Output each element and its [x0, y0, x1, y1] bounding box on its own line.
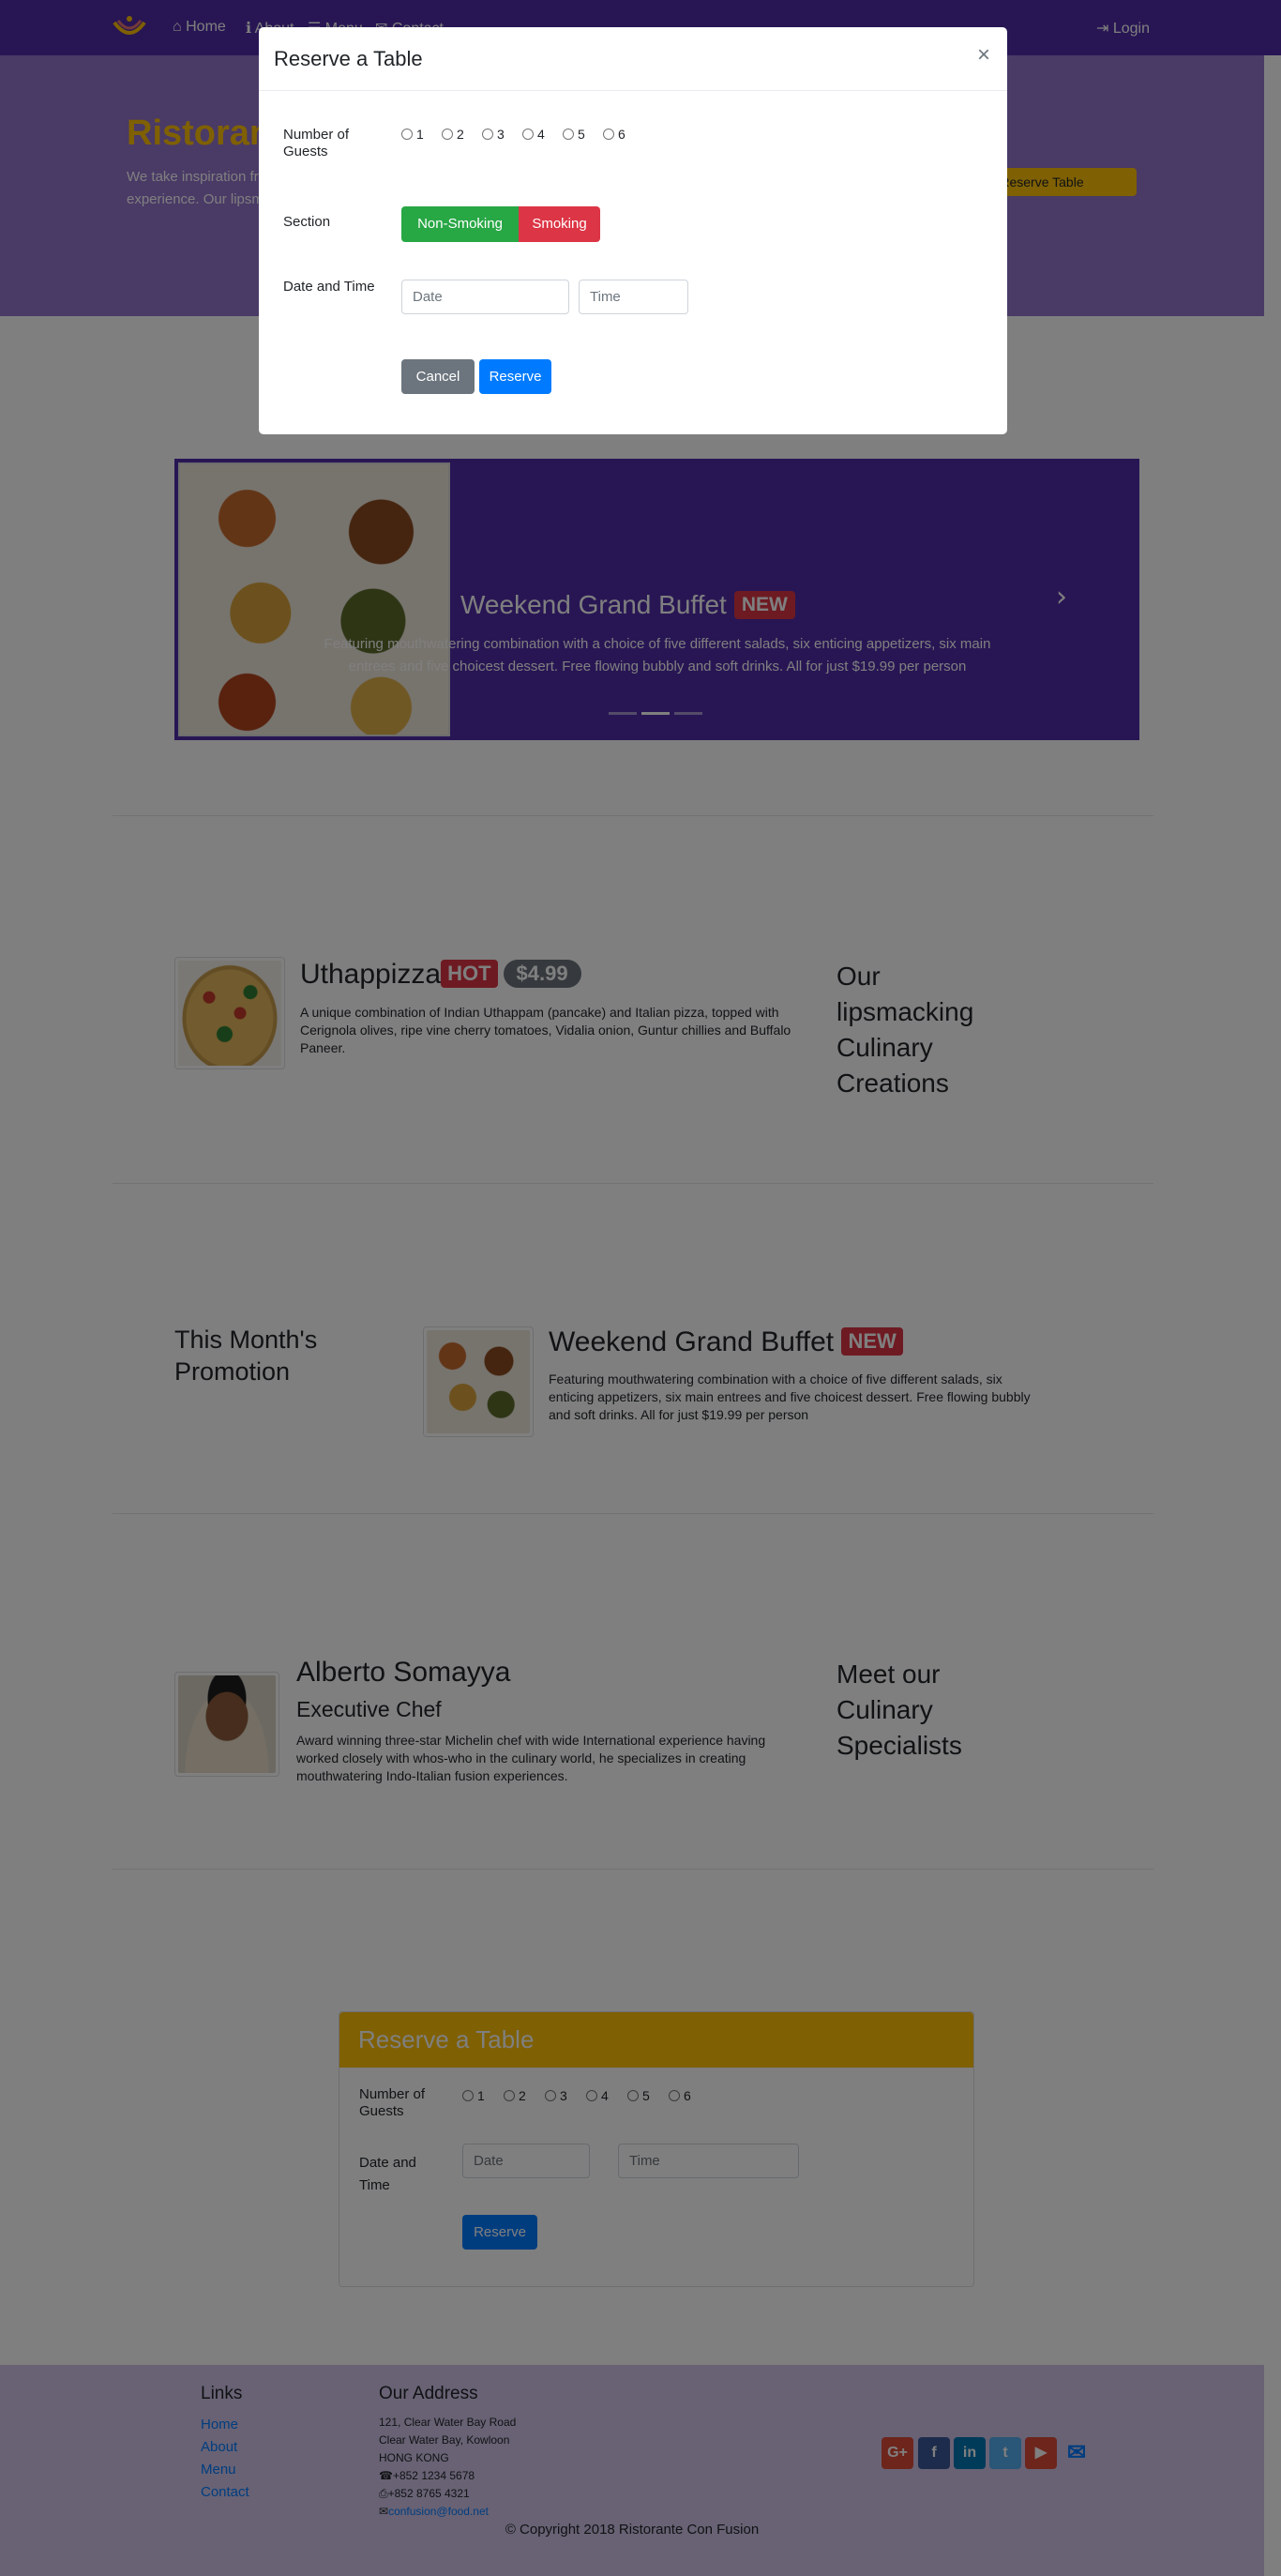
- non-smoking-button[interactable]: Non-Smoking: [401, 206, 519, 242]
- modal-header: Reserve a Table ×: [259, 27, 1007, 91]
- reserve-modal: Reserve a Table × Number of Guests 1 2 3 4 5…: [259, 27, 1007, 434]
- radio-label: 2: [457, 127, 464, 142]
- radio-label: 6: [618, 127, 625, 142]
- radio-circle-icon[interactable]: [563, 129, 574, 140]
- cancel-button[interactable]: Cancel: [401, 359, 475, 394]
- radio-label: 5: [578, 127, 585, 142]
- radio-circle-icon[interactable]: [603, 129, 614, 140]
- modal-time-input[interactable]: Time: [579, 280, 688, 314]
- modal-datetime-label: Date and Time: [283, 279, 375, 295]
- radio-label: 4: [537, 127, 545, 142]
- radio-circle-icon[interactable]: [482, 129, 493, 140]
- modal-title: Reserve a Table: [274, 47, 423, 70]
- radio-circle-icon[interactable]: [401, 129, 413, 140]
- modal-section-label: Section: [283, 214, 331, 230]
- modal-guests-label: Number of Guests: [283, 127, 350, 159]
- modal-guest-radio-6[interactable]: 6: [603, 127, 625, 142]
- modal-guest-radio-1[interactable]: 1: [401, 127, 424, 142]
- modal-reserve-button[interactable]: Reserve: [479, 359, 551, 394]
- modal-guest-radio-4[interactable]: 4: [522, 127, 545, 142]
- modal-guest-radio-3[interactable]: 3: [482, 127, 505, 142]
- modal-guest-radio-2[interactable]: 2: [442, 127, 464, 142]
- radio-label: 3: [497, 127, 505, 142]
- close-icon[interactable]: ×: [977, 42, 990, 68]
- radio-circle-icon[interactable]: [522, 129, 534, 140]
- radio-label: 1: [416, 127, 424, 142]
- modal-guest-radio-5[interactable]: 5: [563, 127, 585, 142]
- radio-circle-icon[interactable]: [442, 129, 453, 140]
- smoking-button[interactable]: Smoking: [519, 206, 600, 242]
- modal-date-input[interactable]: Date: [401, 280, 569, 314]
